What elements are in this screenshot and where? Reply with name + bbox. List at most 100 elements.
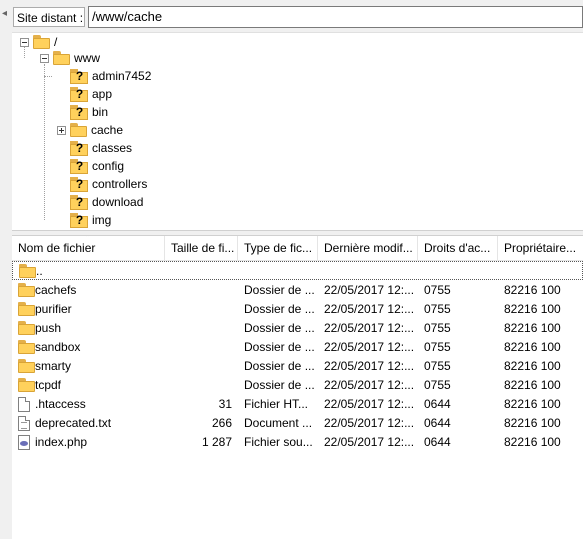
file-name: deprecated.txt — [35, 416, 112, 430]
list-item[interactable]: cachefs Dossier de ... 22/05/2017 12:...… — [12, 281, 583, 300]
file-permissions: 0644 — [424, 435, 451, 449]
folder-icon — [18, 321, 35, 335]
file-name: purifier — [35, 302, 72, 316]
file-permissions: 0644 — [424, 416, 451, 430]
list-item[interactable]: sandbox Dossier de ... 22/05/2017 12:...… — [12, 338, 583, 357]
file-owner: 82216 100 — [504, 359, 561, 373]
column-header-owner[interactable]: Propriétaire... — [498, 236, 583, 260]
tree-item-www[interactable]: www — [40, 49, 100, 67]
tree-item-bin[interactable]: ? bin — [70, 103, 108, 121]
tree-item-label: app — [92, 87, 113, 101]
tree-item-classes[interactable]: ? classes — [70, 139, 132, 157]
file-owner: 82216 100 — [504, 283, 561, 297]
list-item[interactable]: index.php 1 287 Fichier sou... 22/05/201… — [12, 433, 583, 452]
file-owner: 82216 100 — [504, 340, 561, 354]
file-name: sandbox — [35, 340, 81, 354]
file-modified: 22/05/2017 12:... — [324, 416, 415, 430]
file-name: tcpdf — [35, 378, 62, 392]
list-item[interactable]: tcpdf Dossier de ... 22/05/2017 12:... 0… — [12, 376, 583, 395]
list-item-parent[interactable]: .. — [12, 261, 583, 280]
file-modified: 22/05/2017 12:... — [324, 378, 415, 392]
remote-file-list[interactable]: ⌃ Nom de fichier Taille de fi... Type de… — [12, 236, 583, 539]
remote-path-input[interactable]: /www/cache — [88, 6, 583, 28]
file-name: index.php — [35, 435, 88, 449]
file-owner: 82216 100 — [504, 302, 561, 316]
file-type: Dossier de ... — [244, 321, 315, 335]
file-permissions: 0755 — [424, 321, 451, 335]
list-item[interactable]: smarty Dossier de ... 22/05/2017 12:... … — [12, 357, 583, 376]
file-permissions: 0755 — [424, 283, 451, 297]
folder-icon — [18, 302, 35, 316]
file-size: 266 — [211, 416, 232, 430]
list-item[interactable]: deprecated.txt 266 Document ... 22/05/20… — [12, 414, 583, 433]
file-list-header: ⌃ Nom de fichier Taille de fi... Type de… — [12, 236, 583, 261]
folder-open-icon — [33, 35, 50, 49]
column-header-size[interactable]: Taille de fi... — [165, 236, 238, 260]
file-modified: 22/05/2017 12:... — [324, 435, 415, 449]
list-item[interactable]: .htaccess 31 Fichier HT... 22/05/2017 12… — [12, 395, 583, 414]
tree-item-label: admin7452 — [92, 69, 152, 83]
remote-site-label: Site distant : — [13, 7, 85, 27]
php-file-icon — [18, 435, 30, 450]
column-header-modified[interactable]: Dernière modif... — [318, 236, 418, 260]
tree-item-label: / — [54, 35, 58, 49]
column-header-permissions[interactable]: Droits d'ac... — [418, 236, 498, 260]
tree-item-config[interactable]: ? config — [70, 157, 124, 175]
unknown-folder-icon: ? — [70, 140, 88, 156]
tree-line — [44, 76, 52, 77]
tree-item-label: download — [92, 195, 144, 209]
column-header-type[interactable]: Type de fic... — [238, 236, 318, 260]
folder-icon — [18, 283, 35, 297]
tree-item-download[interactable]: ? download — [70, 193, 143, 211]
file-name: cachefs — [35, 283, 77, 297]
tree-item-controllers[interactable]: ? controllers — [70, 175, 147, 193]
file-permissions: 0755 — [424, 302, 451, 316]
unknown-folder-icon: ? — [70, 68, 88, 84]
file-owner: 82216 100 — [504, 416, 561, 430]
unknown-folder-icon: ? — [70, 86, 88, 102]
file-permissions: 0755 — [424, 378, 451, 392]
file-name: push — [35, 321, 62, 335]
remote-site-bar: Site distant : /www/cache — [12, 0, 583, 32]
tree-item-img[interactable]: ? img — [70, 211, 111, 229]
folder-icon — [18, 340, 35, 354]
file-modified: 22/05/2017 12:... — [324, 283, 415, 297]
text-file-icon — [18, 416, 30, 431]
collapse-icon[interactable] — [20, 37, 29, 47]
left-pane-marker: ◂ — [2, 8, 8, 19]
tree-item-label: www — [74, 51, 100, 65]
unknown-folder-icon: ? — [70, 194, 88, 210]
list-item[interactable]: push Dossier de ... 22/05/2017 12:... 07… — [12, 319, 583, 338]
file-name: .. — [36, 264, 43, 278]
unknown-folder-icon: ? — [70, 212, 88, 228]
unknown-folder-icon: ? — [70, 158, 88, 174]
tree-item-admin7452[interactable]: ? admin7452 — [70, 67, 151, 85]
file-size — [165, 300, 232, 319]
column-header-filename[interactable]: ⌃ Nom de fichier — [12, 236, 165, 260]
expand-icon[interactable] — [57, 125, 66, 135]
file-permissions: 0755 — [424, 340, 451, 354]
folder-open-icon — [53, 51, 70, 65]
folder-icon — [18, 378, 35, 392]
file-type: Dossier de ... — [244, 359, 315, 373]
tree-item-label: bin — [92, 105, 109, 119]
list-item[interactable]: purifier Dossier de ... 22/05/2017 12:..… — [12, 300, 583, 319]
collapse-icon[interactable] — [40, 53, 49, 63]
file-size: 1 287 — [201, 435, 232, 449]
folder-icon — [70, 123, 87, 137]
remote-directory-tree[interactable]: / www ? admin7452 ? app ? bin cache ? cl… — [12, 32, 583, 231]
tree-item-label: classes — [92, 141, 133, 155]
file-size — [165, 376, 232, 395]
file-size — [165, 338, 232, 357]
file-owner: 82216 100 — [504, 435, 561, 449]
file-modified: 22/05/2017 12:... — [324, 359, 415, 373]
tree-item-cache[interactable]: cache — [57, 121, 123, 139]
file-icon — [18, 397, 30, 412]
file-permissions: 0755 — [424, 359, 451, 373]
file-owner: 82216 100 — [504, 378, 561, 392]
tree-line — [44, 64, 45, 220]
sort-ascending-icon: ⌃ — [84, 236, 91, 242]
file-name: .htaccess — [35, 397, 86, 411]
folder-icon — [19, 264, 36, 278]
tree-item-app[interactable]: ? app — [70, 85, 112, 103]
